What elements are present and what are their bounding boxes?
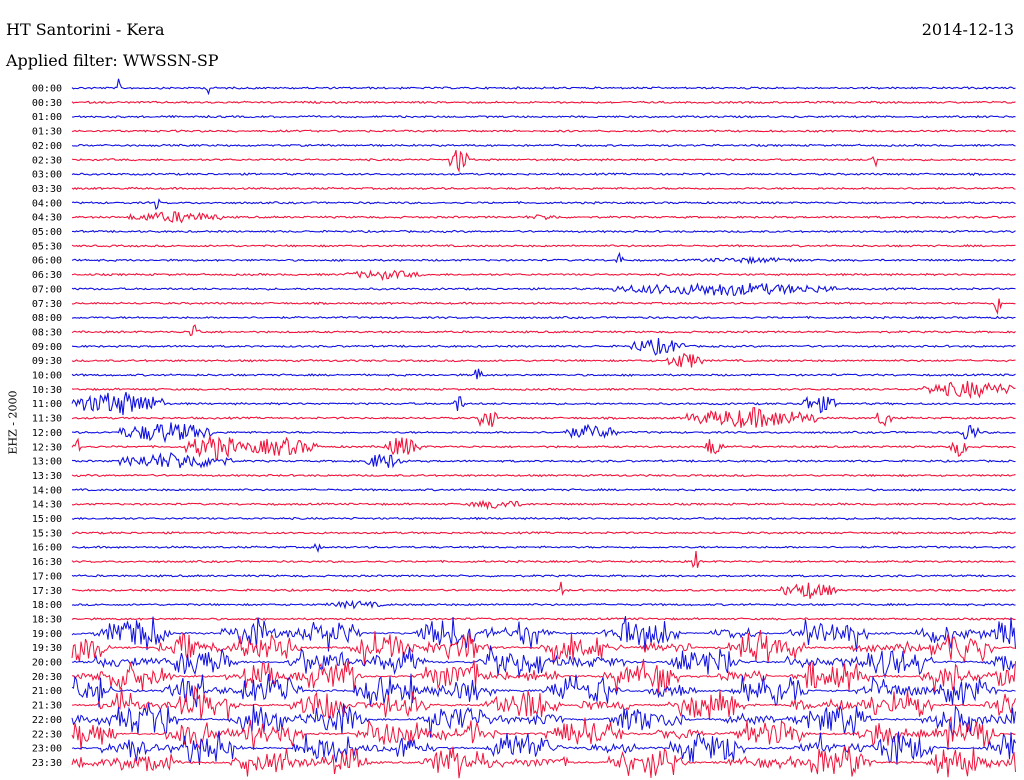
- trace-row-1200: [71, 422, 1016, 444]
- time-tick-label: 10:30: [32, 385, 62, 396]
- time-tick-label: 21:00: [32, 686, 62, 697]
- trace-row-0600: [71, 251, 1016, 265]
- time-tick-label: 14:00: [32, 485, 62, 496]
- trace-row-1800: [71, 599, 1016, 610]
- trace-row-0630: [71, 269, 1016, 282]
- trace-row-0730: [72, 298, 1016, 315]
- trace-row-0930: [71, 352, 1016, 368]
- time-tick-label: 06:30: [32, 270, 62, 281]
- time-tick-label: 07:30: [32, 299, 62, 310]
- trace-row-1830: [71, 617, 1016, 621]
- trace-row-1030: [71, 380, 1016, 400]
- time-tick-label: 12:00: [32, 428, 62, 439]
- trace-row-1700: [71, 574, 1016, 578]
- time-tick-label: 01:00: [32, 112, 62, 123]
- trace-row-0500: [72, 229, 1016, 234]
- time-tick-label: 09:30: [32, 356, 62, 367]
- trace-row-2100: [71, 673, 1016, 708]
- trace-row-0900: [71, 337, 1016, 356]
- time-tick-label: 14:30: [32, 500, 62, 511]
- time-tick-label: 16:30: [32, 557, 62, 568]
- time-tick-label: 20:30: [32, 672, 62, 683]
- time-tick-label: 00:00: [32, 84, 62, 95]
- time-tick-label: 15:30: [32, 528, 62, 539]
- time-tick-label: 05:00: [32, 227, 62, 238]
- trace-row-0400: [71, 198, 1016, 211]
- trace-row-1100: [71, 391, 1016, 416]
- trace-row-1500: [71, 516, 1016, 521]
- trace-row-1730: [71, 581, 1016, 599]
- trace-row-1630: [71, 551, 1016, 569]
- time-tick-label: 13:30: [32, 471, 62, 482]
- time-tick-label: 11:00: [32, 399, 62, 410]
- time-tick-label: 02:00: [32, 141, 62, 152]
- trace-row-0530: [71, 243, 1016, 248]
- trace-row-1130: [71, 406, 1016, 428]
- trace-row-0000: [71, 78, 1016, 96]
- trace-row-1530: [71, 531, 1016, 535]
- time-tick-label: 05:30: [32, 241, 62, 252]
- trace-row-0430: [71, 211, 1016, 224]
- trace-row-1000: [71, 368, 1016, 380]
- time-tick-label: 21:30: [32, 701, 62, 712]
- time-tick-label: 03:30: [32, 184, 62, 195]
- trace-row-0200: [71, 143, 1016, 148]
- trace-row-1230: [71, 435, 1016, 461]
- time-tick-label: 12:30: [32, 442, 62, 453]
- time-tick-label: 17:00: [32, 571, 62, 582]
- time-tick-label: 07:00: [32, 284, 62, 295]
- time-tick-label: 13:00: [32, 457, 62, 468]
- time-tick-label: 22:30: [32, 729, 62, 740]
- trace-row-0830: [71, 324, 1016, 337]
- time-tick-label: 19:00: [32, 629, 62, 640]
- time-tick-label: 11:30: [32, 414, 62, 425]
- time-tick-label: 04:00: [32, 198, 62, 209]
- trace-row-0800: [71, 315, 1016, 320]
- time-tick-label: 16:00: [32, 543, 62, 554]
- trace-row-1600: [71, 542, 1016, 553]
- time-tick-label: 04:30: [32, 213, 62, 224]
- trace-row-0330: [71, 186, 1016, 191]
- time-tick-label: 18:30: [32, 614, 62, 625]
- trace-row-0130: [71, 129, 1016, 133]
- trace-row-0030: [71, 100, 1016, 105]
- time-tick-label: 10:00: [32, 371, 62, 382]
- time-tick-label: 23:00: [32, 744, 62, 755]
- trace-row-1330: [71, 473, 1016, 478]
- time-tick-label: 06:00: [32, 256, 62, 267]
- seismogram-plot: 00:00 00:30 01:00 01:30 02:00 02:30 03:00 03:30…: [32, 78, 1016, 779]
- time-tick-label: 01:30: [32, 127, 62, 138]
- trace-row-1300: [71, 451, 1016, 469]
- trace-row-0300: [71, 172, 1016, 177]
- time-tick-label: 02:30: [32, 155, 62, 166]
- time-tick-label: 08:00: [32, 313, 62, 324]
- trace-row-0100: [71, 114, 1016, 119]
- time-tick-label: 22:00: [32, 715, 62, 726]
- time-tick-label: 09:00: [32, 342, 62, 353]
- trace-row-1930: [71, 629, 1016, 666]
- trace-row-1430: [71, 499, 1016, 511]
- trace-row-0230: [71, 150, 1016, 173]
- time-tick-label: 00:30: [32, 98, 62, 109]
- time-tick-label: 15:00: [32, 514, 62, 525]
- time-tick-label: 18:00: [32, 600, 62, 611]
- time-tick-label: 17:30: [32, 586, 62, 597]
- time-tick-label: 08:30: [32, 327, 62, 338]
- time-tick-label: 20:00: [32, 658, 62, 669]
- time-tick-label: 03:00: [32, 170, 62, 181]
- trace-row-0700: [71, 282, 1016, 297]
- time-tick-label: 19:30: [32, 643, 62, 654]
- time-tick-label: 23:30: [32, 758, 62, 769]
- trace-row-1400: [71, 487, 1016, 492]
